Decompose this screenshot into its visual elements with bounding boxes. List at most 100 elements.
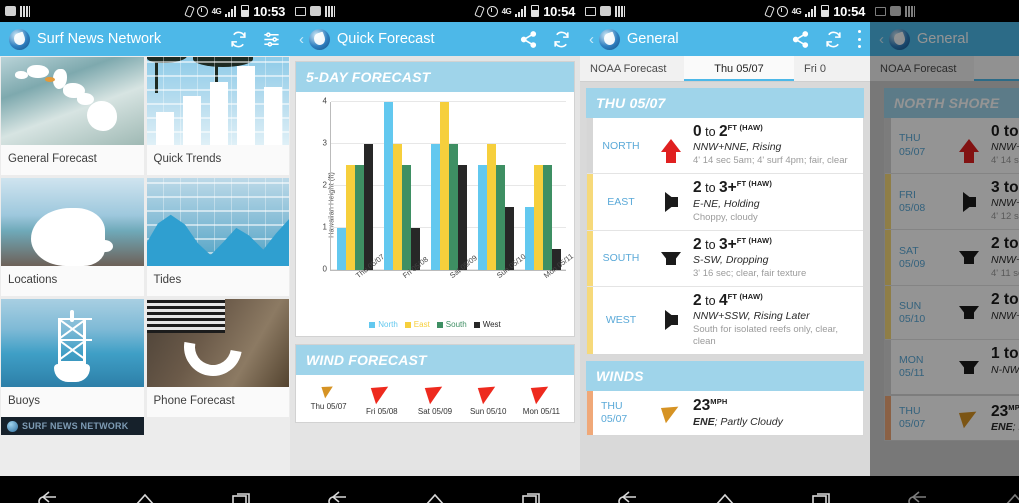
tile-locations[interactable]: Locations bbox=[1, 178, 144, 296]
swell-direction-down-arrow-icon bbox=[661, 251, 681, 265]
chart-bar bbox=[448, 144, 458, 270]
wind-day-label: Fri 05/08 bbox=[366, 407, 398, 416]
android-nav-bar bbox=[580, 476, 870, 503]
tab-noaa-forecast[interactable]: NOAA Forecast bbox=[580, 56, 684, 81]
share-icon[interactable] bbox=[791, 30, 810, 49]
status-bar-clock: 10:54 bbox=[543, 3, 575, 19]
row-text: 2 to 3+FT (HAW) E-NE, Holding Choppy, clou… bbox=[693, 174, 863, 229]
tab-noaa-forecast[interactable]: NOAA Forecast bbox=[870, 56, 974, 81]
refresh-icon[interactable] bbox=[552, 30, 571, 49]
chart-bar bbox=[486, 144, 496, 270]
picture-icon bbox=[295, 6, 306, 16]
direction-label: WEST bbox=[605, 314, 637, 327]
tab-bar: NOAA ForecastTh bbox=[870, 56, 1019, 82]
app-bar: ‹ Quick Forecast bbox=[290, 22, 580, 56]
legend-label: East bbox=[413, 320, 430, 329]
wind-row[interactable]: THU 05/07 23MPH ENE; Partly Cloudy bbox=[587, 391, 863, 436]
forecast-row[interactable]: SOUTH 2 to 3+FT (HAW) S-SW, Dropping 3' 16 … bbox=[587, 230, 863, 287]
north-shore-body: NOAA ForecastTh NORTH SHORE THU05/07 0 to… bbox=[870, 56, 1019, 476]
phone-1-home-grid: 4G 10:53 Surf News Network General Forec… bbox=[0, 0, 290, 503]
day-label: SAT 05/09 bbox=[899, 244, 926, 270]
tab-bar: NOAA Forecast Thu 05/07 Fri 0 bbox=[580, 56, 870, 82]
condition-note: 4' 11 se bbox=[991, 267, 1019, 279]
five-day-forecast-card: 5-DAY FORECAST Hawaiian Height (ft) 0123… bbox=[295, 61, 575, 337]
wind-day-label: Mon 05/11 bbox=[522, 407, 561, 416]
overflow-menu-icon[interactable] bbox=[857, 30, 861, 48]
recents-icon[interactable] bbox=[229, 489, 255, 503]
swell-description: S-SW, Dropping bbox=[693, 254, 769, 267]
wind-date: THU 05/07 bbox=[899, 405, 926, 431]
phone-2-quick-forecast: 4G 10:54 ‹ Quick Forecast 5-DAY FORECAST… bbox=[290, 0, 580, 503]
wind-date: THU 05/07 bbox=[601, 399, 628, 426]
thumb-quick-trends bbox=[146, 57, 289, 145]
forecast-row[interactable]: SAT05/09 2 toNNW+4' 11 se bbox=[885, 230, 1019, 287]
back-icon[interactable] bbox=[325, 489, 351, 503]
arrow-cell bbox=[649, 287, 693, 354]
tile-quick-trends[interactable]: Quick Trends bbox=[146, 57, 289, 175]
wind-day-label: Sun 05/10 bbox=[469, 407, 507, 416]
tile-tides[interactable]: Tides bbox=[146, 178, 289, 296]
tab-fri-0[interactable]: Fri 0 bbox=[794, 56, 836, 81]
share-icon[interactable] bbox=[519, 30, 538, 49]
home-icon[interactable] bbox=[422, 489, 448, 503]
back-icon[interactable] bbox=[905, 489, 931, 503]
swell-direction-down-arrow-icon bbox=[959, 360, 979, 374]
legend-swatch-icon bbox=[473, 321, 480, 328]
condition-note: 4' 14 se bbox=[991, 155, 1019, 167]
refresh-icon[interactable] bbox=[229, 30, 248, 49]
home-icon[interactable] bbox=[132, 489, 158, 503]
height-unit: FT (HAW) bbox=[727, 291, 763, 301]
chart-y-tick: 1 bbox=[322, 222, 327, 232]
tab-th[interactable]: Th bbox=[974, 56, 1019, 81]
back-icon[interactable] bbox=[615, 489, 641, 503]
section-header-winds: WINDS bbox=[586, 361, 864, 392]
recents-icon[interactable] bbox=[519, 489, 545, 503]
forecast-row[interactable]: SUN05/10 2 toNNW+ bbox=[885, 286, 1019, 341]
wind-day-cell: Fri 05/08 bbox=[355, 382, 408, 416]
battery-icon bbox=[241, 5, 250, 17]
chart-x-tick: Thu 05/07 bbox=[330, 252, 386, 311]
home-icon[interactable] bbox=[712, 489, 738, 503]
settings-sliders-icon[interactable] bbox=[262, 30, 281, 49]
row-text: 2 toNNW+4' 11 se bbox=[991, 230, 1019, 285]
swell-description: NNW+NNE, Rising bbox=[693, 141, 782, 154]
row-text: 0 toNNW+4' 14 se bbox=[991, 118, 1019, 173]
bar-chart: Hawaiian Height (ft) 01234 Thu 05/07 Fri … bbox=[296, 92, 576, 317]
forecast-row[interactable]: EAST 2 to 3+FT (HAW) E-NE, Holding Choppy, … bbox=[587, 174, 863, 231]
tile-general-forecast[interactable]: General Forecast bbox=[1, 57, 144, 175]
tile-phone-forecast[interactable]: Phone Forecast bbox=[146, 299, 289, 417]
direction-label: EAST bbox=[607, 195, 635, 208]
refresh-icon[interactable] bbox=[824, 30, 843, 49]
home-icon[interactable] bbox=[1002, 489, 1019, 503]
tile-grid-body: General Forecast Quick Trends Locations … bbox=[0, 56, 290, 476]
wave-height: 2 to 4FT (HAW) bbox=[693, 291, 763, 310]
wind-direction-arrow-icon bbox=[477, 382, 499, 405]
chart-bar-group bbox=[378, 102, 425, 270]
arrow-cell bbox=[649, 231, 693, 286]
back-chevron-icon[interactable]: ‹ bbox=[879, 32, 884, 47]
wave-height: 2 to 3+FT (HAW) bbox=[693, 179, 773, 197]
recents-icon[interactable] bbox=[809, 489, 835, 503]
back-chevron-icon[interactable]: ‹ bbox=[299, 32, 304, 47]
wind-row[interactable]: THU05/07 23MPHENE; Pa bbox=[885, 396, 1019, 441]
forecast-row[interactable]: THU05/07 0 toNNW+4' 14 se bbox=[885, 118, 1019, 175]
row-text: 3 toNNW+4' 12 se bbox=[991, 174, 1019, 229]
chart-bar-groups bbox=[331, 102, 566, 270]
android-nav-bar bbox=[290, 476, 580, 503]
forecast-row[interactable]: FRI05/08 3 toNNW+4' 12 se bbox=[885, 174, 1019, 231]
tile-buoys[interactable]: Buoys bbox=[1, 299, 144, 417]
chart-bar-group bbox=[472, 102, 519, 270]
wind-description: ENE; Pa bbox=[991, 421, 1019, 434]
app-bar: ‹ General bbox=[870, 22, 1019, 56]
back-icon[interactable] bbox=[35, 489, 61, 503]
chart-legend-item: North bbox=[369, 320, 398, 329]
chart-legend-item: West bbox=[473, 320, 501, 329]
tile-label: General Forecast bbox=[8, 153, 97, 165]
forecast-row[interactable]: WEST 2 to 4FT (HAW) NNW+SSW, Rising Later S… bbox=[587, 286, 863, 355]
forecast-row[interactable]: NORTH 0 to 2FT (HAW) NNW+NNE, Rising 4' 14 … bbox=[587, 118, 863, 175]
face-icon bbox=[310, 6, 321, 16]
tab-thu-05-07[interactable]: Thu 05/07 bbox=[684, 56, 794, 81]
forecast-row[interactable]: MON 05/11 1 to N-NW, bbox=[885, 340, 1019, 395]
back-chevron-icon[interactable]: ‹ bbox=[589, 32, 594, 47]
picture-icon bbox=[875, 6, 886, 16]
